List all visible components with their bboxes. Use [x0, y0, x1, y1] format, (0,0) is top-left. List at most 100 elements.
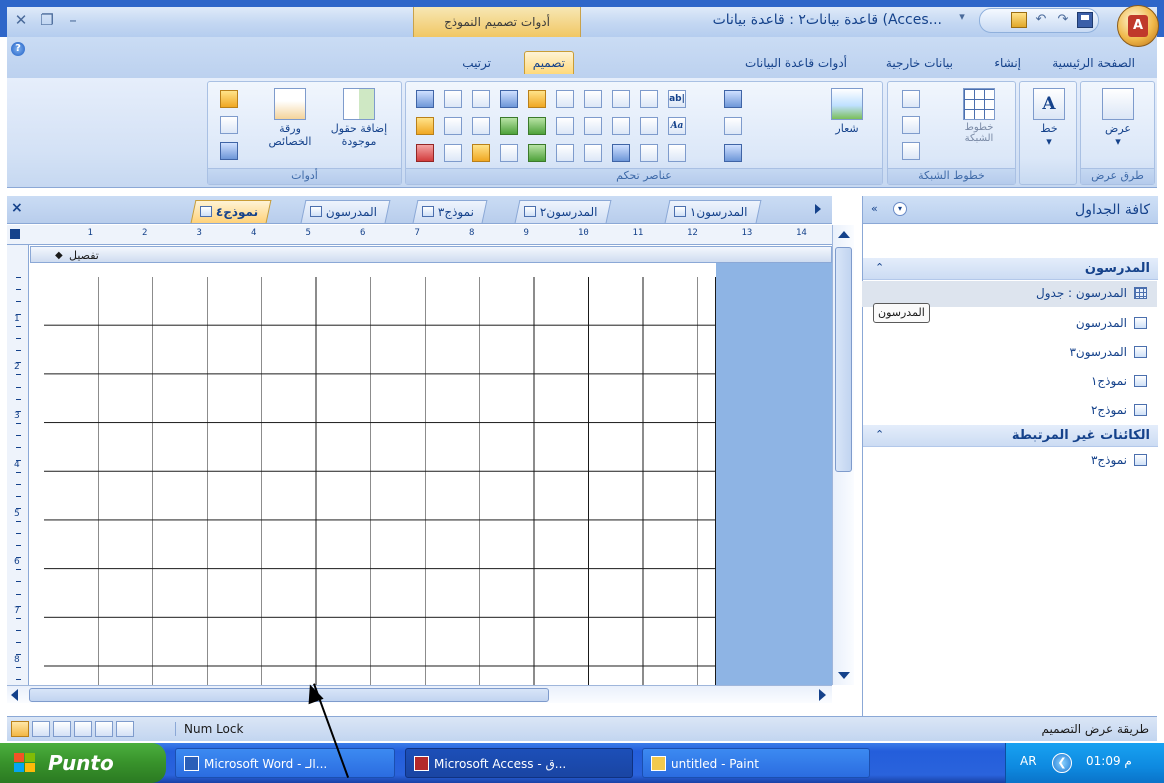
- form-view-icon[interactable]: [116, 721, 134, 737]
- date-time-icon[interactable]: [724, 144, 742, 162]
- scroll-down-icon[interactable]: [838, 672, 850, 679]
- line-width-icon[interactable]: [902, 116, 920, 134]
- nav-pane-header[interactable]: « ▾ كافة الجداول: [863, 196, 1158, 224]
- picture-icon[interactable]: [528, 144, 546, 162]
- page-number-icon[interactable]: [724, 117, 742, 135]
- horizontal-scroll-thumb[interactable]: [29, 688, 549, 702]
- line-spacing-icon[interactable]: [556, 90, 574, 108]
- horizontal-scrollbar[interactable]: [7, 685, 832, 703]
- button-icon[interactable]: [640, 144, 658, 162]
- design-grid[interactable]: [44, 277, 716, 685]
- option-group-icon[interactable]: [584, 90, 602, 108]
- gridlines-button[interactable]: خطوط الشبكة: [954, 88, 1004, 144]
- font-button[interactable]: A خط ▾: [1024, 88, 1074, 148]
- design-view-icon[interactable]: [11, 721, 29, 737]
- textbox-icon[interactable]: ab|: [668, 90, 686, 108]
- nav-item-teachers3[interactable]: المدرسون٣: [862, 340, 1157, 366]
- subform-icon[interactable]: [724, 90, 742, 108]
- list-icon[interactable]: [640, 117, 658, 135]
- tab-home[interactable]: الصفحة الرئيسية: [1044, 52, 1143, 75]
- logo-button[interactable]: شعار: [822, 88, 872, 135]
- tray-expand-icon[interactable]: ❮: [1052, 753, 1072, 773]
- tab-order-icon[interactable]: [220, 90, 238, 108]
- detail-section-bar[interactable]: ◆ تفصيل: [30, 246, 832, 263]
- doc-tab-teachers2[interactable]: المدرسون٢: [514, 200, 611, 223]
- task-access[interactable]: Microsoft Access - ق...: [405, 748, 633, 778]
- minimize-window-icon[interactable]: –: [63, 11, 83, 29]
- image-icon[interactable]: [528, 117, 546, 135]
- line-color-icon[interactable]: [902, 142, 920, 160]
- pivot-table-view-icon[interactable]: [74, 721, 92, 737]
- qat-customize-icon[interactable]: ▾: [952, 10, 972, 23]
- save-icon[interactable]: [1077, 12, 1093, 28]
- page-break-icon[interactable]: [556, 144, 574, 162]
- attachment-icon[interactable]: [500, 117, 518, 135]
- control-wizards-icon[interactable]: [416, 117, 434, 135]
- doc-tab-form3[interactable]: نموذج٣: [412, 200, 488, 223]
- insert-activex-icon[interactable]: [416, 144, 434, 162]
- column-chart-icon[interactable]: [528, 90, 546, 108]
- tab-database-tools[interactable]: أدوات قاعدة البيانات: [737, 52, 855, 75]
- group-collapse-icon[interactable]: ⌃: [875, 428, 884, 441]
- list-box-icon[interactable]: [640, 90, 658, 108]
- undo-icon[interactable]: ↶: [1033, 12, 1049, 28]
- close-document-icon[interactable]: ×: [11, 200, 23, 216]
- toggle-button-icon[interactable]: [612, 117, 630, 135]
- group-collapse-icon[interactable]: ⌃: [875, 261, 884, 274]
- add-existing-fields-button[interactable]: إضافة حقول موجودة: [324, 88, 394, 148]
- office-button[interactable]: A: [1117, 5, 1159, 47]
- ruler-corner-select[interactable]: [10, 229, 20, 239]
- doc-tab-teachers[interactable]: المدرسون: [300, 200, 391, 223]
- open-folder-icon[interactable]: [1011, 12, 1027, 28]
- doc-tab-form4[interactable]: نموذج٤: [190, 200, 272, 223]
- code-icon[interactable]: [220, 116, 238, 134]
- tab-control-icon[interactable]: [444, 117, 462, 135]
- frame-icon[interactable]: [556, 117, 574, 135]
- close-window-icon[interactable]: ✕: [11, 11, 31, 29]
- label-icon[interactable]: Aa: [668, 117, 686, 135]
- nav-menu-dropdown-icon[interactable]: ▾: [893, 202, 907, 216]
- tab-design[interactable]: تصميم: [523, 51, 574, 74]
- bar-chart-icon[interactable]: [500, 90, 518, 108]
- scroll-up-icon[interactable]: [838, 231, 850, 238]
- form-design-canvas[interactable]: [30, 263, 832, 685]
- rectangle-icon[interactable]: [444, 90, 462, 108]
- nav-group-teachers[interactable]: ⌃ المدرسون: [863, 258, 1158, 280]
- line-color-tool-icon[interactable]: [472, 144, 490, 162]
- select-pointer-icon[interactable]: [416, 90, 434, 108]
- view-code-icon[interactable]: [220, 142, 238, 160]
- nav-item-form1[interactable]: نموذج١: [862, 369, 1157, 395]
- task-paint[interactable]: untitled - Paint: [642, 748, 870, 778]
- collapse-pane-icon[interactable]: «: [871, 202, 878, 215]
- tab-arrange[interactable]: ترتيب: [454, 52, 499, 75]
- option-button-icon[interactable]: [584, 144, 602, 162]
- doc-tab-teachers1[interactable]: المدرسون١: [664, 200, 761, 223]
- property-sheet-button[interactable]: ورقة الخصائص: [260, 88, 320, 148]
- line-style-icon[interactable]: [902, 90, 920, 108]
- nav-group-unrelated-objects[interactable]: ⌃ الكائنات غير المرتبطة: [863, 425, 1158, 447]
- restore-window-icon[interactable]: ❐: [37, 11, 57, 29]
- paperclip-icon[interactable]: [500, 144, 518, 162]
- tab-external-data[interactable]: بيانات خارجية: [878, 52, 961, 75]
- line-icon[interactable]: [612, 90, 630, 108]
- checkbox-icon[interactable]: [584, 117, 602, 135]
- nav-item-form2[interactable]: نموذج٢: [862, 398, 1157, 424]
- unbound-object-icon[interactable]: [612, 144, 630, 162]
- tab-create[interactable]: إنشاء: [986, 52, 1029, 75]
- language-indicator[interactable]: AR: [1020, 754, 1037, 768]
- scroll-left-icon[interactable]: [11, 689, 18, 701]
- property-grid-icon[interactable]: [444, 144, 462, 162]
- help-icon[interactable]: ?: [11, 42, 25, 56]
- start-button[interactable]: Punto: [0, 743, 166, 783]
- scroll-tabs-right-icon[interactable]: [815, 204, 821, 214]
- align-icon[interactable]: [472, 90, 490, 108]
- combo-box-icon[interactable]: [472, 117, 490, 135]
- scroll-right-icon[interactable]: [819, 689, 826, 701]
- redo-icon[interactable]: ↷: [1055, 12, 1071, 28]
- pivot-chart-view-icon[interactable]: [53, 721, 71, 737]
- vertical-scrollbar[interactable]: [832, 225, 854, 685]
- rectangle-tool-icon[interactable]: [668, 144, 686, 162]
- nav-item-form3[interactable]: نموذج٣: [862, 448, 1157, 474]
- vertical-scroll-thumb[interactable]: [835, 247, 852, 472]
- layout-view-icon[interactable]: [32, 721, 50, 737]
